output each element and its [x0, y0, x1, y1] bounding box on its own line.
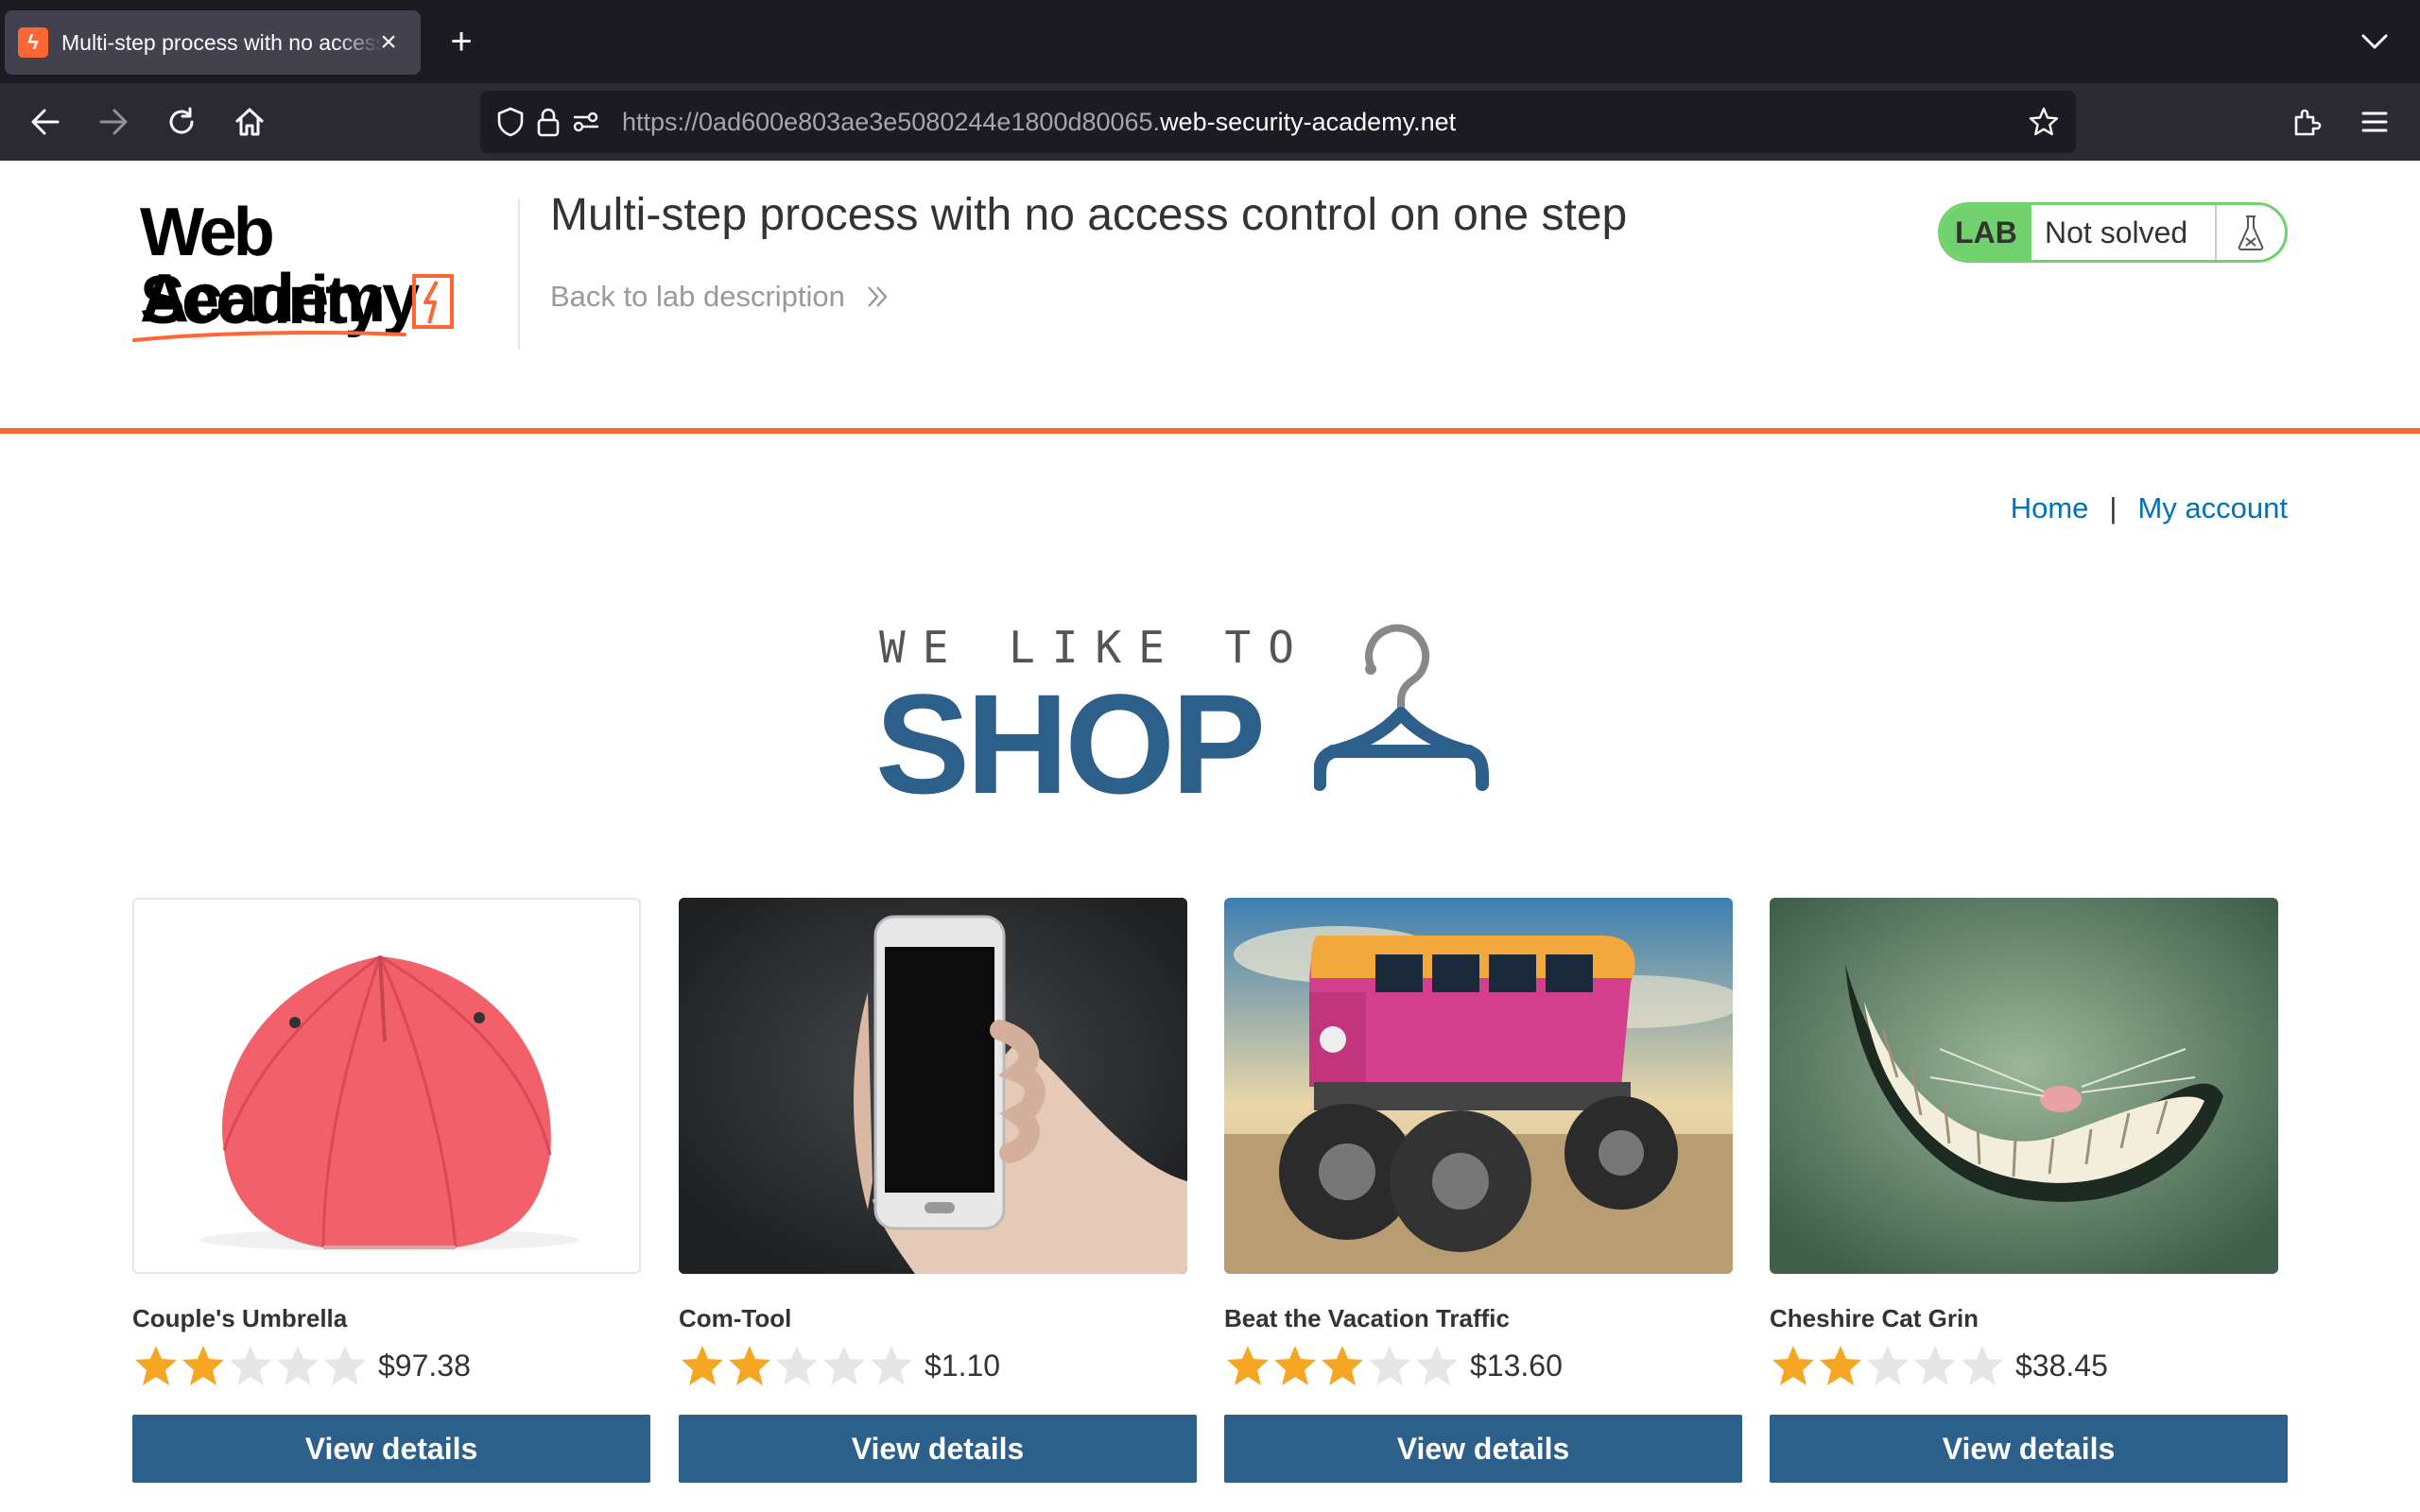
header-accent-rule	[0, 428, 2420, 434]
flask-icon	[2217, 205, 2285, 260]
lock-icon[interactable]	[529, 103, 567, 141]
close-tab-icon[interactable]: ×	[370, 24, 407, 61]
lab-header: Web Security Academy Multi-step process …	[0, 161, 2420, 435]
tracking-shield-icon[interactable]	[492, 103, 529, 141]
star-empty-icon	[1416, 1346, 1458, 1385]
nav-separator: |	[2109, 491, 2118, 524]
home-link[interactable]: Home	[2011, 491, 2089, 525]
browser-tab[interactable]: ϟ Multi-step process with no access cont…	[5, 10, 421, 75]
star-empty-icon	[871, 1346, 912, 1385]
view-details-button[interactable]: View details	[132, 1415, 650, 1483]
tab-title: Multi-step process with no access contro…	[61, 29, 383, 55]
product-card: Cheshire Cat Grin $38.45 View details	[1770, 898, 2288, 1484]
back-link-label: Back to lab description	[550, 280, 845, 313]
web-security-academy-logo[interactable]: Web Security Academy	[132, 198, 520, 342]
address-bar[interactable]: https://0ad600e803ae3e5080244e1800d80065…	[480, 91, 2076, 153]
product-image-red-umbrella[interactable]	[132, 898, 641, 1274]
product-price: $38.45	[2015, 1348, 2108, 1383]
star-empty-icon	[1369, 1346, 1410, 1385]
product-card: Couple's Umbrella $97.38 View details	[132, 898, 650, 1484]
lab-favicon-icon: ϟ	[18, 27, 48, 58]
star-filled-icon	[1227, 1346, 1269, 1385]
product-rating: $13.60	[1224, 1342, 1563, 1389]
product-image-monster-truck-van[interactable]	[1224, 898, 1733, 1274]
product-price: $97.38	[378, 1348, 471, 1383]
star-empty-icon	[1914, 1346, 1956, 1385]
double-chevron-right-icon	[868, 286, 888, 307]
product-name: Com-Tool	[679, 1304, 792, 1332]
star-filled-icon	[1772, 1346, 1814, 1385]
star-empty-icon	[277, 1346, 319, 1385]
star-filled-icon	[729, 1346, 770, 1385]
new-tab-icon[interactable]: +	[437, 17, 486, 66]
header-divider	[518, 198, 520, 350]
browser-tab-bar: ϟ Multi-step process with no access cont…	[0, 0, 2420, 83]
product-name: Couple's Umbrella	[132, 1304, 348, 1332]
logo-swoosh-icon	[132, 331, 406, 342]
hamburger-menu-icon[interactable]	[2352, 99, 2397, 145]
star-filled-icon	[182, 1346, 224, 1385]
extensions-icon[interactable]	[2284, 99, 2329, 145]
shop-banner: WE LIKE TO SHOP	[870, 614, 1550, 823]
star-filled-icon	[1820, 1346, 1861, 1385]
home-icon[interactable]	[227, 99, 272, 145]
product-rating: $97.38	[132, 1342, 471, 1389]
product-image-hand-holding-phone[interactable]	[679, 898, 1187, 1274]
product-card: Beat the Vacation Traffic $13.60 View de…	[1224, 898, 1742, 1484]
view-details-button[interactable]: View details	[1224, 1415, 1742, 1483]
back-arrow-icon[interactable]	[23, 99, 68, 145]
site-permissions-icon[interactable]	[567, 103, 605, 141]
lightning-bolt-icon	[412, 274, 454, 329]
product-price: $1.10	[925, 1348, 1001, 1383]
star-empty-icon	[230, 1346, 271, 1385]
product-image-cheshire-grin[interactable]	[1770, 898, 2278, 1274]
view-details-button[interactable]: View details	[679, 1415, 1197, 1483]
hanger-icon	[1314, 624, 1489, 791]
star-filled-icon	[1274, 1346, 1316, 1385]
product-rating: $1.10	[679, 1342, 1000, 1389]
lab-status-text: Not solved	[2031, 205, 2217, 260]
view-details-button[interactable]: View details	[1770, 1415, 2288, 1483]
my-account-link[interactable]: My account	[2137, 491, 2288, 525]
star-empty-icon	[776, 1346, 818, 1385]
star-empty-icon	[823, 1346, 865, 1385]
back-to-lab-description-link[interactable]: Back to lab description	[550, 280, 890, 314]
product-card: Com-Tool $1.10 View details	[679, 898, 1197, 1484]
star-filled-icon	[682, 1346, 723, 1385]
forward-arrow-icon[interactable]	[91, 99, 136, 145]
lab-badge: LAB	[1941, 205, 2031, 260]
lab-title: Multi-step process with no access contro…	[550, 190, 1628, 240]
star-empty-icon	[1867, 1346, 1909, 1385]
star-empty-icon	[324, 1346, 366, 1385]
reload-icon[interactable]	[159, 99, 204, 145]
product-price: $13.60	[1470, 1348, 1563, 1383]
star-empty-icon	[1962, 1346, 2003, 1385]
bookmark-star-icon[interactable]	[2025, 103, 2063, 141]
star-filled-icon	[135, 1346, 177, 1385]
url-text[interactable]: https://0ad600e803ae3e5080244e1800d80065…	[622, 108, 1456, 137]
star-filled-icon	[1322, 1346, 1363, 1385]
banner-shop-text: SHOP	[875, 664, 1266, 823]
product-rating: $38.45	[1770, 1342, 2108, 1389]
product-name: Cheshire Cat Grin	[1770, 1304, 1979, 1332]
lab-status-widget: LAB Not solved	[1938, 202, 2288, 263]
top-nav: Home | My account	[2011, 491, 2288, 525]
chevron-down-icon[interactable]	[2352, 19, 2397, 64]
product-name: Beat the Vacation Traffic	[1224, 1304, 1510, 1332]
browser-nav-bar: https://0ad600e803ae3e5080244e1800d80065…	[0, 83, 2420, 161]
